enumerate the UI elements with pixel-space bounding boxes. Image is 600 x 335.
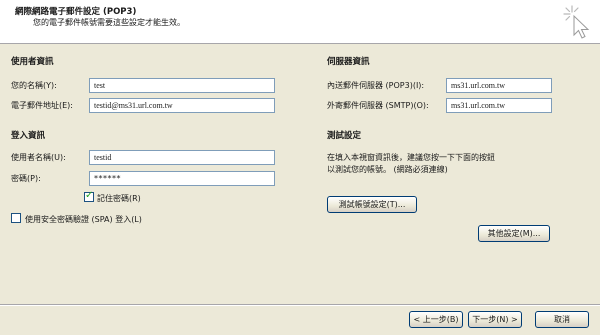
password-input[interactable]: ****** — [89, 171, 275, 186]
test-description-line1: 在填入本視窗資訊後，建議您按一下下面的按鈕 — [327, 153, 495, 162]
back-button[interactable]: < 上一步(B) — [409, 311, 463, 328]
outgoing-server-label: 外寄郵件伺服器 (SMTP)(O): — [327, 101, 429, 110]
password-label: 密碼(P): — [11, 174, 41, 183]
login-info-section-title: 登入資訊 — [11, 131, 46, 141]
email-input[interactable]: testid@ms31.url.com.tw — [89, 98, 275, 113]
name-input[interactable]: test — [89, 78, 275, 93]
test-settings-section-title: 測試設定 — [327, 131, 362, 141]
cursor-sparkle-icon — [563, 5, 590, 39]
spa-checkbox[interactable] — [11, 213, 21, 223]
header-subtitle: 您的電子郵件帳號需要這些設定才能生效。 — [33, 18, 185, 27]
header-title: 網際網路電子郵件設定 (POP3) — [15, 7, 137, 17]
test-account-settings-button[interactable]: 測試帳號設定(T)... — [327, 196, 417, 213]
remember-password-label: 記住密碼(R) — [97, 194, 141, 203]
footer-divider — [0, 304, 600, 306]
name-label: 您的名稱(Y): — [11, 81, 57, 90]
server-info-section-title: 伺服器資訊 — [327, 57, 370, 67]
user-info-section-title: 使用者資訊 — [11, 57, 54, 67]
more-settings-button[interactable]: 其他設定(M)... — [478, 225, 550, 242]
email-label: 電子郵件地址(E): — [11, 101, 73, 110]
next-button[interactable]: 下一步(N) > — [468, 311, 522, 328]
outgoing-server-input[interactable]: ms31.url.com.tw — [446, 98, 552, 113]
remember-password-checkbox[interactable]: ✓ — [84, 190, 94, 202]
username-input[interactable]: testid — [89, 150, 275, 165]
username-label: 使用者名稱(U): — [11, 153, 66, 162]
incoming-server-label: 內送郵件伺服器 (POP3)(I): — [327, 81, 425, 90]
incoming-server-input[interactable]: ms31.url.com.tw — [446, 78, 552, 93]
spa-label: 使用安全密碼驗證 (SPA) 登入(L) — [25, 215, 142, 224]
wizard-header: 網際網路電子郵件設定 (POP3) 您的電子郵件帳號需要這些設定才能生效。 — [0, 0, 600, 44]
cancel-button[interactable]: 取消 — [535, 311, 589, 328]
test-description-line2: 以測試您的帳號。 (網路必須連線) — [327, 165, 448, 174]
checkmark-icon: ✓ — [85, 190, 94, 201]
